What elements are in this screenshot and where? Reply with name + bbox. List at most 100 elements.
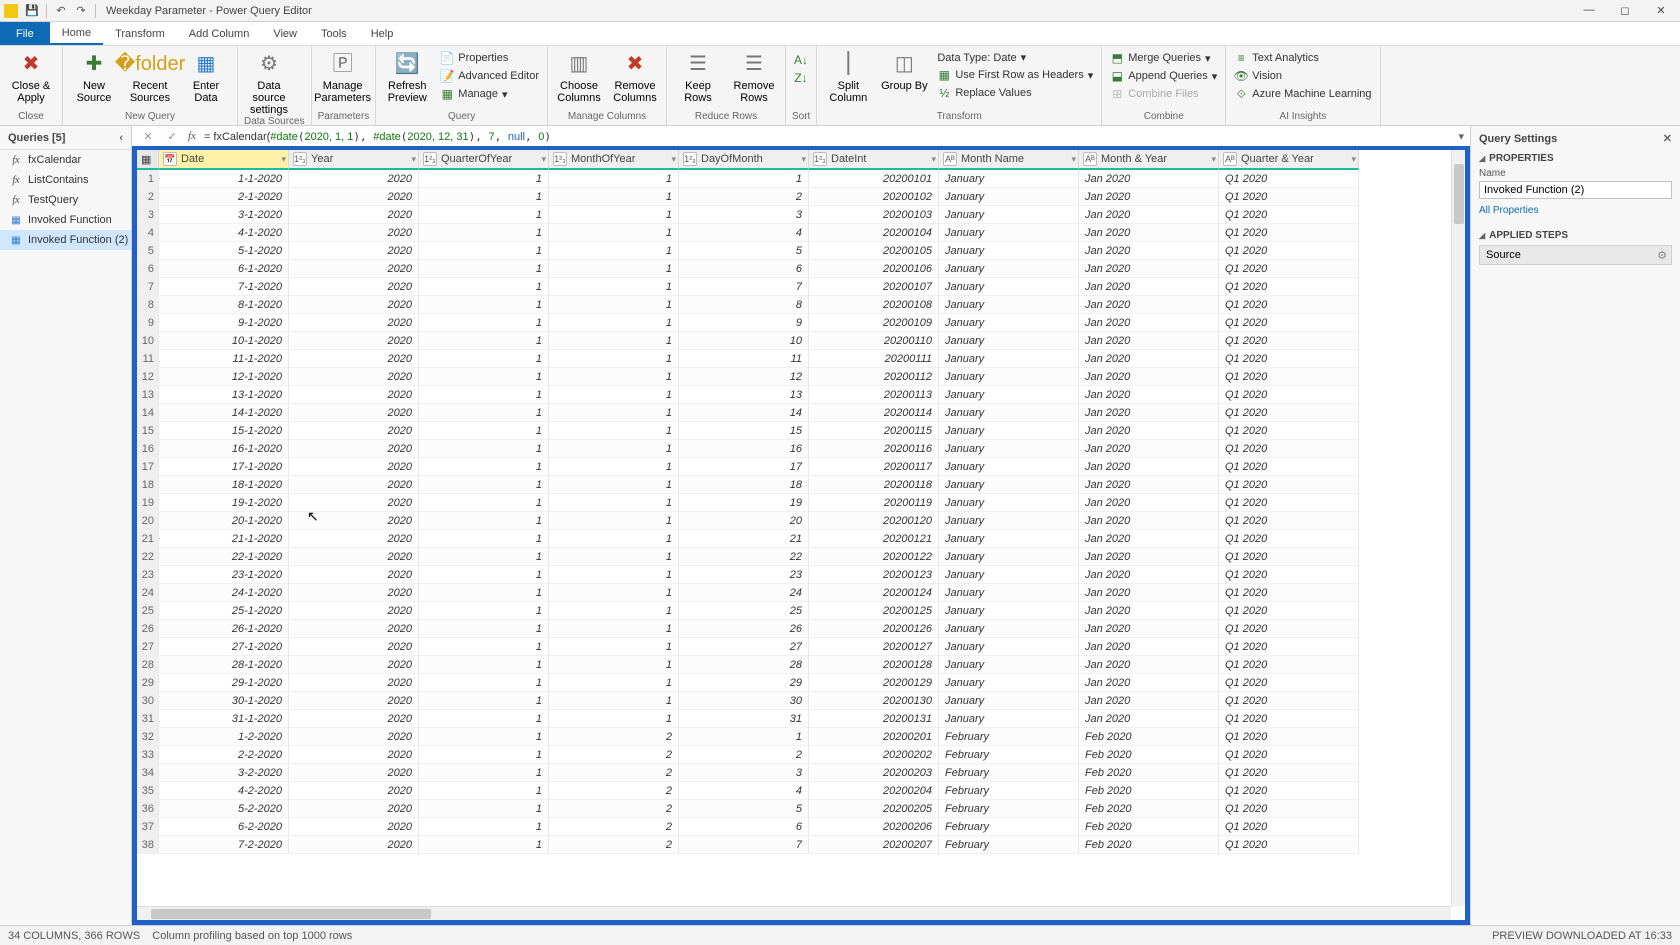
cell[interactable]: 1	[419, 602, 549, 620]
column-header-dateint[interactable]: 1²₃DateInt▾	[809, 150, 939, 170]
cell[interactable]: 25	[679, 602, 809, 620]
cell[interactable]: Q1 2020	[1219, 206, 1359, 224]
redo-icon[interactable]: ↷	[73, 3, 89, 19]
split-column-button[interactable]: ⎮Split Column	[823, 48, 873, 104]
tab-file[interactable]: File	[0, 22, 50, 45]
cell[interactable]: 1	[419, 638, 549, 656]
cell[interactable]: Q1 2020	[1219, 512, 1359, 530]
cell[interactable]: Q1 2020	[1219, 692, 1359, 710]
cell[interactable]: Q1 2020	[1219, 440, 1359, 458]
row-number[interactable]: 7	[137, 278, 159, 296]
cell[interactable]: 20200201	[809, 728, 939, 746]
recent-sources-button[interactable]: �folderRecent Sources	[125, 48, 175, 104]
cell[interactable]: January	[939, 512, 1079, 530]
close-button[interactable]: ✕	[1652, 4, 1670, 17]
cell[interactable]: 20200115	[809, 422, 939, 440]
cell[interactable]: Jan 2020	[1079, 188, 1219, 206]
row-number[interactable]: 28	[137, 656, 159, 674]
cell[interactable]: Q1 2020	[1219, 710, 1359, 728]
cell[interactable]: 13	[679, 386, 809, 404]
cell[interactable]: Feb 2020	[1079, 728, 1219, 746]
merge-queries-button[interactable]: ⬒Merge Queries ▾	[1108, 50, 1219, 66]
cell[interactable]: 26	[679, 620, 809, 638]
cell[interactable]: Jan 2020	[1079, 602, 1219, 620]
cell[interactable]: January	[939, 710, 1079, 728]
cell[interactable]: 20200127	[809, 638, 939, 656]
new-source-button[interactable]: ✚New Source	[69, 48, 119, 104]
cell[interactable]: January	[939, 602, 1079, 620]
cell[interactable]: Jan 2020	[1079, 710, 1219, 728]
cell[interactable]: 1	[419, 530, 549, 548]
cell[interactable]: 18	[679, 476, 809, 494]
cell[interactable]: 30	[679, 692, 809, 710]
cell[interactable]: 28-1-2020	[159, 656, 289, 674]
row-number[interactable]: 30	[137, 692, 159, 710]
cell[interactable]: Q1 2020	[1219, 422, 1359, 440]
cell[interactable]: 1	[549, 422, 679, 440]
cell[interactable]: Q1 2020	[1219, 800, 1359, 818]
cell[interactable]: 2020	[289, 620, 419, 638]
cell[interactable]: 24-1-2020	[159, 584, 289, 602]
cell[interactable]: Q1 2020	[1219, 602, 1359, 620]
cell[interactable]: 3	[679, 206, 809, 224]
cell[interactable]: Q1 2020	[1219, 404, 1359, 422]
cell[interactable]: Q1 2020	[1219, 746, 1359, 764]
cell[interactable]: 1	[679, 170, 809, 188]
cell[interactable]: 1	[549, 476, 679, 494]
cell[interactable]: 2	[549, 818, 679, 836]
column-header-quarterofyear[interactable]: 1²₃QuarterOfYear▾	[419, 150, 549, 170]
cell[interactable]: 4-2-2020	[159, 782, 289, 800]
cell[interactable]: January	[939, 386, 1079, 404]
cell[interactable]: 20200111	[809, 350, 939, 368]
all-properties-link[interactable]: All Properties	[1479, 205, 1672, 216]
cell[interactable]: January	[939, 170, 1079, 188]
cell[interactable]: 1	[419, 476, 549, 494]
cell[interactable]: 20200203	[809, 764, 939, 782]
cell[interactable]: 9-1-2020	[159, 314, 289, 332]
cell[interactable]: 7	[679, 836, 809, 854]
cell[interactable]: Jan 2020	[1079, 206, 1219, 224]
cell[interactable]: 20200116	[809, 440, 939, 458]
cell[interactable]: January	[939, 620, 1079, 638]
cell[interactable]: Jan 2020	[1079, 350, 1219, 368]
cell[interactable]: 14	[679, 404, 809, 422]
row-number[interactable]: 21	[137, 530, 159, 548]
cell[interactable]: 20200130	[809, 692, 939, 710]
horizontal-scrollbar[interactable]	[137, 906, 1451, 920]
query-name-input[interactable]	[1479, 181, 1672, 199]
cell[interactable]: 2	[679, 746, 809, 764]
cell[interactable]: 9	[679, 314, 809, 332]
cell[interactable]: 16-1-2020	[159, 440, 289, 458]
cell[interactable]: January	[939, 296, 1079, 314]
azure-ml-button[interactable]: ⟐Azure Machine Learning	[1232, 86, 1373, 102]
cell[interactable]: 1	[549, 332, 679, 350]
cell[interactable]: Q1 2020	[1219, 458, 1359, 476]
cell[interactable]: 1	[549, 656, 679, 674]
cell[interactable]: January	[939, 188, 1079, 206]
cell[interactable]: Q1 2020	[1219, 188, 1359, 206]
cell[interactable]: January	[939, 332, 1079, 350]
column-filter-icon[interactable]: ▾	[931, 154, 936, 165]
cell[interactable]: 1	[419, 440, 549, 458]
cell[interactable]: Jan 2020	[1079, 296, 1219, 314]
row-number[interactable]: 13	[137, 386, 159, 404]
cell[interactable]: Jan 2020	[1079, 242, 1219, 260]
cell[interactable]: 1	[549, 206, 679, 224]
cell[interactable]: 20200129	[809, 674, 939, 692]
cell[interactable]: 1	[549, 170, 679, 188]
cell[interactable]: 20200103	[809, 206, 939, 224]
row-number[interactable]: 22	[137, 548, 159, 566]
cell[interactable]: Jan 2020	[1079, 476, 1219, 494]
cell[interactable]: Q1 2020	[1219, 728, 1359, 746]
cell[interactable]: February	[939, 782, 1079, 800]
cell[interactable]: 20	[679, 512, 809, 530]
column-filter-icon[interactable]: ▾	[281, 154, 286, 165]
cell[interactable]: 5	[679, 800, 809, 818]
cell[interactable]: 23	[679, 566, 809, 584]
cell[interactable]: 2020	[289, 782, 419, 800]
collapse-queries-icon[interactable]: ‹	[119, 132, 123, 144]
cell[interactable]: February	[939, 746, 1079, 764]
cell[interactable]: 2020	[289, 350, 419, 368]
query-item-testquery[interactable]: fxTestQuery	[0, 190, 131, 210]
cell[interactable]: 1	[419, 584, 549, 602]
